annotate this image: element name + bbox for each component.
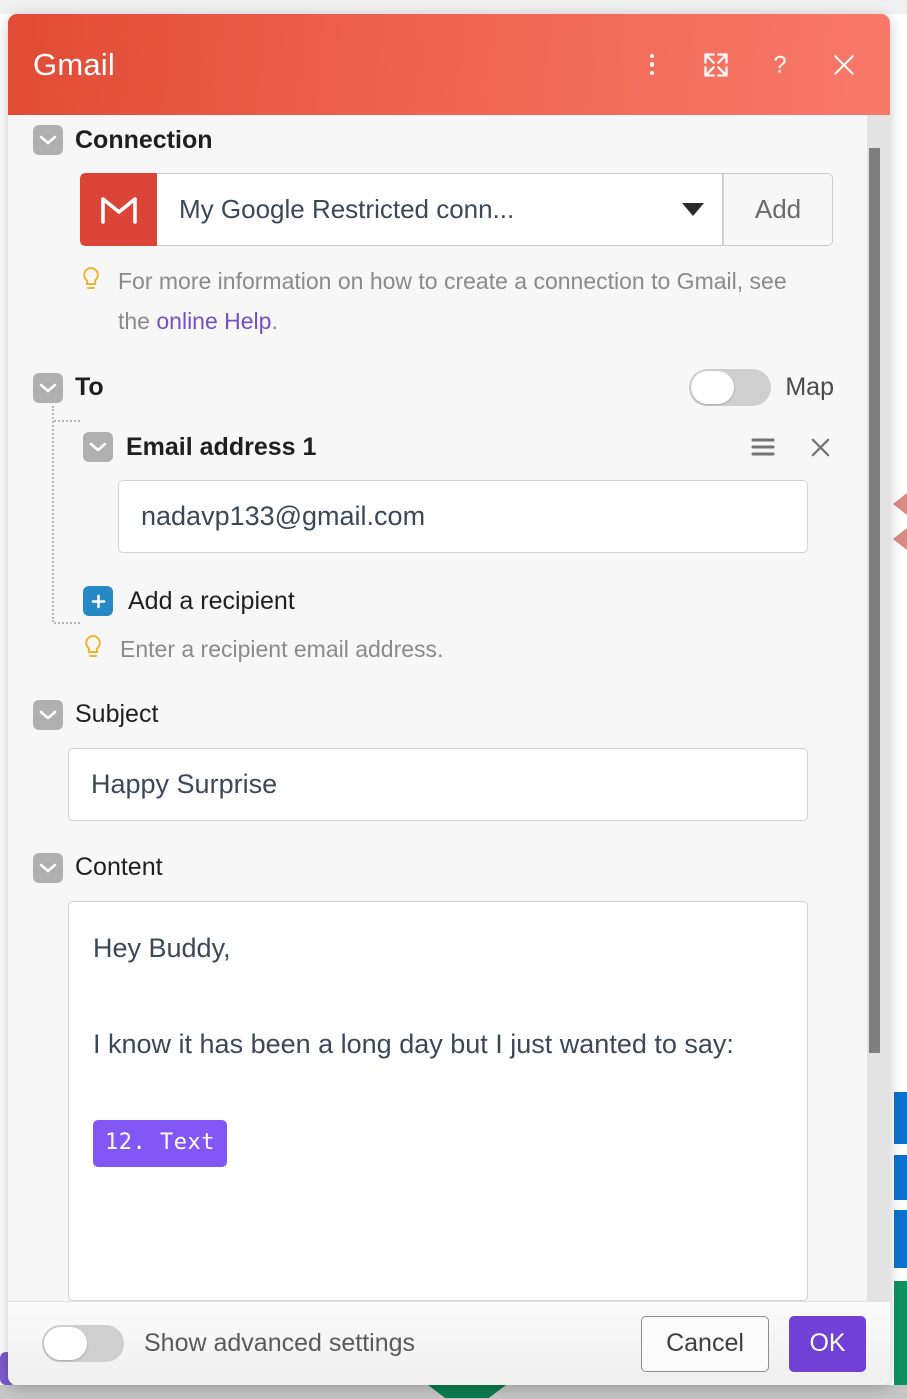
tree-branch	[54, 622, 80, 625]
email-address-input[interactable]: nadavp133@gmail.com	[118, 480, 808, 554]
ok-button[interactable]: OK	[789, 1315, 866, 1372]
to-hint-text: Enter a recipient email address.	[120, 636, 444, 663]
background-red-marker	[893, 493, 907, 515]
add-recipient-label: Add a recipient	[128, 586, 295, 615]
map-toggle-group: Map	[689, 369, 858, 407]
cancel-button[interactable]: Cancel	[641, 1315, 769, 1372]
background-top-bar	[0, 0, 907, 14]
connection-selected-value: My Google Restricted conn...	[179, 194, 515, 224]
chevron-down-icon[interactable]	[33, 699, 63, 730]
remove-email-icon[interactable]	[806, 433, 834, 461]
chevron-down-icon[interactable]	[33, 852, 63, 883]
hint-suffix: .	[271, 307, 278, 334]
map-toggle[interactable]	[689, 369, 772, 407]
section-subject: Subject Happy Surprise	[8, 699, 858, 821]
section-to: To Map Email address 1 nadavp133@gmail.c…	[8, 369, 858, 670]
lightbulb-icon	[80, 262, 104, 341]
list-menu-icon[interactable]	[749, 433, 777, 461]
email-address-field-wrap: nadavp133@gmail.com	[8, 462, 858, 554]
dialog-header: Gmail ?	[8, 14, 890, 115]
tree-line	[52, 406, 54, 623]
email-address-item-header: Email address 1	[8, 432, 858, 463]
to-items-tree: Email address 1 nadavp133@gmail.com Add …	[8, 406, 858, 625]
content-editor[interactable]: Hey Buddy, I know it has been a long day…	[68, 900, 808, 1301]
content-label: Content	[75, 853, 163, 882]
connection-dropdown[interactable]: My Google Restricted conn...	[157, 173, 723, 246]
subject-header: Subject	[8, 699, 858, 730]
gmail-logo-icon	[80, 173, 157, 246]
to-label: To	[75, 373, 104, 402]
dialog-scrollbar-track[interactable]	[867, 115, 890, 1301]
variable-token[interactable]: 12. Text	[93, 1119, 227, 1167]
connection-hint-text: For more information on how to create a …	[118, 262, 818, 341]
connection-selector: My Google Restricted conn... Add	[80, 173, 833, 246]
dialog-body: Connection My Google Restricted conn...	[8, 115, 890, 1301]
connection-row: My Google Restricted conn... Add	[8, 155, 858, 246]
close-icon[interactable]	[827, 48, 861, 82]
to-header: To Map	[8, 369, 858, 407]
chevron-down-icon[interactable]	[33, 372, 63, 403]
plus-icon[interactable]	[83, 586, 113, 617]
lightbulb-icon	[82, 630, 106, 670]
advanced-settings-label: Show advanced settings	[144, 1329, 416, 1357]
subject-field-wrap: Happy Surprise	[8, 730, 858, 821]
content-line-1: Hey Buddy,	[93, 932, 231, 963]
background-blue-block	[894, 1155, 907, 1200]
help-icon[interactable]: ?	[763, 48, 797, 82]
advanced-settings-toggle[interactable]	[42, 1325, 124, 1362]
map-label: Map	[785, 373, 834, 402]
dialog-scrollbar-thumb[interactable]	[869, 148, 880, 1053]
gmail-module-dialog: Gmail ? Connection My Google Restricted …	[8, 14, 890, 1385]
add-connection-button[interactable]: Add	[723, 173, 833, 246]
dialog-footer: Show advanced settings Cancel OK	[8, 1301, 890, 1385]
to-hint: Enter a recipient email address.	[8, 616, 858, 670]
email-item-actions	[749, 433, 858, 461]
svg-text:?: ?	[773, 51, 786, 78]
subject-label: Subject	[75, 700, 159, 729]
connection-label: Connection	[75, 125, 213, 154]
more-options-icon[interactable]	[635, 48, 669, 82]
add-recipient-row[interactable]: Add a recipient	[8, 586, 858, 617]
online-help-link[interactable]: online Help	[156, 308, 271, 334]
content-blank-line	[93, 972, 783, 1020]
content-line-2: I know it has been a long day but I just…	[93, 1028, 734, 1059]
email-address-item-label: Email address 1	[126, 432, 317, 461]
content-blank-line	[93, 1068, 783, 1116]
background-blue-block	[894, 1092, 907, 1144]
background-green-bar	[894, 1281, 907, 1399]
connection-header: Connection	[8, 119, 858, 155]
expand-icon[interactable]	[699, 48, 733, 82]
chevron-down-icon[interactable]	[33, 125, 63, 155]
content-header: Content	[8, 852, 858, 883]
content-token-line: 12. Text	[93, 1116, 783, 1167]
tree-branch	[54, 420, 80, 423]
background-red-marker	[893, 528, 907, 550]
dialog-title: Gmail	[33, 46, 115, 82]
subject-input[interactable]: Happy Surprise	[68, 747, 808, 821]
chevron-down-icon[interactable]	[83, 432, 113, 463]
connection-hint: For more information on how to create a …	[8, 246, 858, 341]
section-content: Content Hey Buddy, I know it has been a …	[8, 852, 858, 1301]
header-actions: ?	[635, 48, 866, 82]
chevron-down-icon	[682, 203, 704, 216]
background-blue-block	[894, 1210, 907, 1268]
section-connection: Connection My Google Restricted conn...	[8, 119, 858, 341]
